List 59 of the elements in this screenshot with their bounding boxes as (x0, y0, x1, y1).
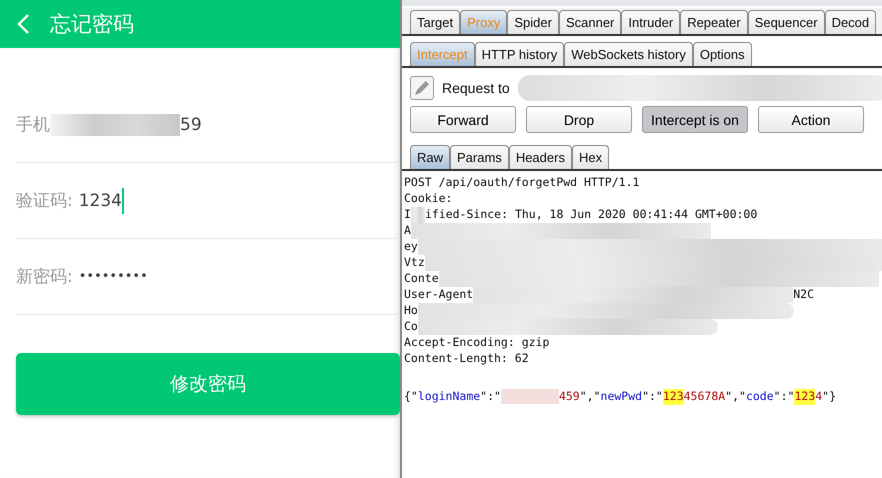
input-field[interactable]: 59 (180, 114, 202, 134)
tab[interactable]: Decod (824, 10, 876, 34)
tab[interactable]: Scanner (558, 10, 622, 34)
json-punctuation: ":" (480, 389, 501, 405)
tab[interactable]: HTTP history (474, 42, 564, 66)
request-line: User-Agent (404, 287, 474, 303)
redaction-blur (500, 389, 559, 404)
tab[interactable]: Intruder (621, 10, 680, 34)
request-line: Ho (404, 303, 418, 319)
tab[interactable]: Headers (508, 145, 572, 169)
request-line: A (404, 223, 411, 239)
search-highlight: 123 (662, 389, 684, 405)
json-punctuation: "," (580, 389, 601, 405)
json-value: 4 (815, 389, 822, 405)
tab[interactable]: Params (450, 145, 509, 169)
json-value: 459 (558, 389, 580, 405)
request-line: Cookie: (404, 191, 452, 207)
input-field[interactable]: 1234 (78, 190, 122, 210)
tab[interactable]: Hex (572, 145, 610, 169)
pencil-icon (415, 81, 429, 95)
field-label: 手机 (16, 114, 50, 136)
tab[interactable]: Spider (507, 10, 559, 34)
json-punctuation: "," (725, 389, 746, 405)
request-line: Vtz (404, 255, 425, 271)
request-line: Content-Length: 62 (404, 351, 529, 367)
json-key: loginName (418, 389, 480, 405)
request-line: Accept-Encoding: gzip (404, 335, 550, 351)
action-button[interactable]: Forward (410, 106, 516, 133)
json-punctuation: ":" (774, 389, 794, 405)
request-line: Conte (404, 271, 439, 287)
json-punctuation: ":" (642, 389, 663, 405)
json-value: 45678A (684, 389, 726, 405)
json-punctuation: "} (822, 389, 836, 405)
json-punctuation: {" (404, 389, 418, 405)
input-field[interactable]: ••••••••• (78, 269, 148, 284)
search-highlight: 123 (794, 389, 816, 405)
tab[interactable]: Options (692, 42, 752, 66)
action-button[interactable]: Action (758, 106, 864, 133)
tab[interactable]: Raw (410, 145, 450, 169)
request-line: I (404, 207, 411, 223)
field-label: 新密码: (16, 266, 73, 288)
page-title: 忘记密码 (50, 11, 134, 38)
tab[interactable]: Sequencer (748, 10, 825, 34)
request-line: ey (404, 239, 418, 255)
request-line: Co (404, 319, 418, 335)
edit-button[interactable] (410, 76, 434, 100)
back-icon[interactable] (16, 13, 30, 35)
json-key: newPwd (600, 389, 642, 405)
tab[interactable]: Repeater (680, 10, 748, 34)
action-button[interactable]: Intercept is on (642, 106, 748, 133)
json-key: code (746, 389, 774, 405)
tab[interactable]: WebSockets history (564, 42, 693, 66)
request-label: Request to (442, 80, 510, 96)
tab[interactable]: Target (410, 10, 460, 34)
field-label: 验证码: (16, 190, 73, 212)
action-button[interactable]: Drop (526, 106, 632, 133)
request-line: ified-Since: Thu, 18 Jun 2020 00:41:44 GMT+00:00 (424, 207, 758, 223)
request-line: N2C (793, 287, 814, 303)
request-line: POST /api/oauth/forgetPwd HTTP/1.1 (404, 175, 640, 191)
